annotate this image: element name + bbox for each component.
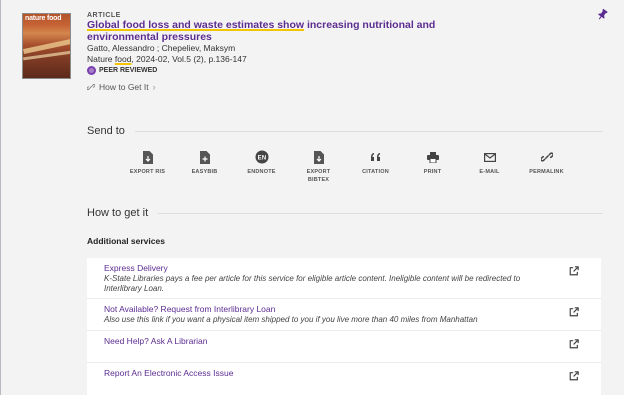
service-express-delivery[interactable]: Express Delivery K-State Libraries pays … (87, 258, 601, 299)
peer-reviewed-icon (87, 66, 96, 75)
endnote-button[interactable]: EN ENDNOTE (233, 150, 290, 184)
easybib-button[interactable]: EASYBIB (176, 150, 233, 184)
service-link[interactable]: Express Delivery (104, 263, 541, 274)
journal-cover-thumbnail[interactable]: nature food (22, 13, 71, 79)
external-link-icon[interactable] (569, 339, 579, 349)
send-to-actions: EXPORT RIS EASYBIB EN ENDNOTE EXPORT BIB… (119, 150, 579, 184)
export-bibtex-button[interactable]: EXPORT BIBTEX (290, 150, 347, 184)
export-ris-button[interactable]: EXPORT RIS (119, 150, 176, 184)
title-highlighted[interactable]: Global food loss and waste estimates sho… (87, 19, 304, 31)
printer-icon (426, 150, 440, 164)
cover-title: nature food (25, 15, 62, 22)
send-to-heading: Send to (87, 125, 603, 137)
document-type: ARTICLE (87, 12, 121, 19)
service-interlibrary-loan[interactable]: Not Available? Request from Interlibrary… (87, 299, 601, 331)
file-plus-icon (198, 150, 212, 164)
service-description: K-State Libraries pays a fee per article… (104, 274, 521, 293)
service-description: Also use this link if you want a physica… (104, 315, 478, 324)
how-to-get-it-heading: How to get it (87, 207, 603, 219)
service-report-access-issue[interactable]: Report An Electronic Access Issue (87, 363, 601, 395)
link-icon (87, 83, 95, 91)
external-link-icon[interactable] (569, 371, 579, 381)
services-list: Express Delivery K-State Libraries pays … (87, 258, 601, 395)
pin-icon[interactable] (594, 8, 609, 25)
external-link-icon[interactable] (569, 307, 579, 317)
print-button[interactable]: PRINT (404, 150, 461, 184)
service-link[interactable]: Not Available? Request from Interlibrary… (104, 304, 541, 315)
service-ask-a-librarian[interactable]: Need Help? Ask A Librarian (87, 331, 601, 363)
email-button[interactable]: E-MAIL (461, 150, 518, 184)
mail-icon (483, 150, 497, 164)
additional-services-heading: Additional services (87, 236, 165, 246)
link-icon (540, 150, 554, 164)
citation-button[interactable]: CITATION (347, 150, 404, 184)
authors: Gatto, Alessandro ; Chepeliev, Maksym (87, 43, 236, 53)
file-export-icon (141, 150, 155, 164)
endnote-icon: EN (255, 150, 269, 164)
record-title[interactable]: Global food loss and waste estimates sho… (87, 19, 487, 43)
permalink-button[interactable]: PERMALINK (518, 150, 575, 184)
service-link[interactable]: Report An Electronic Access Issue (104, 368, 541, 379)
how-to-get-it-link[interactable]: How to Get It › (87, 82, 156, 92)
chevron-right-icon: › (152, 82, 156, 92)
svg-text:EN: EN (257, 155, 266, 161)
peer-reviewed-badge: PEER REVIEWED (87, 66, 157, 75)
quote-icon (369, 150, 383, 164)
external-link-icon[interactable] (569, 266, 579, 276)
service-link[interactable]: Need Help? Ask A Librarian (104, 336, 541, 347)
file-export-icon (312, 150, 326, 164)
publication-source: Nature food, 2024-02, Vol.5 (2), p.136-1… (87, 54, 247, 64)
